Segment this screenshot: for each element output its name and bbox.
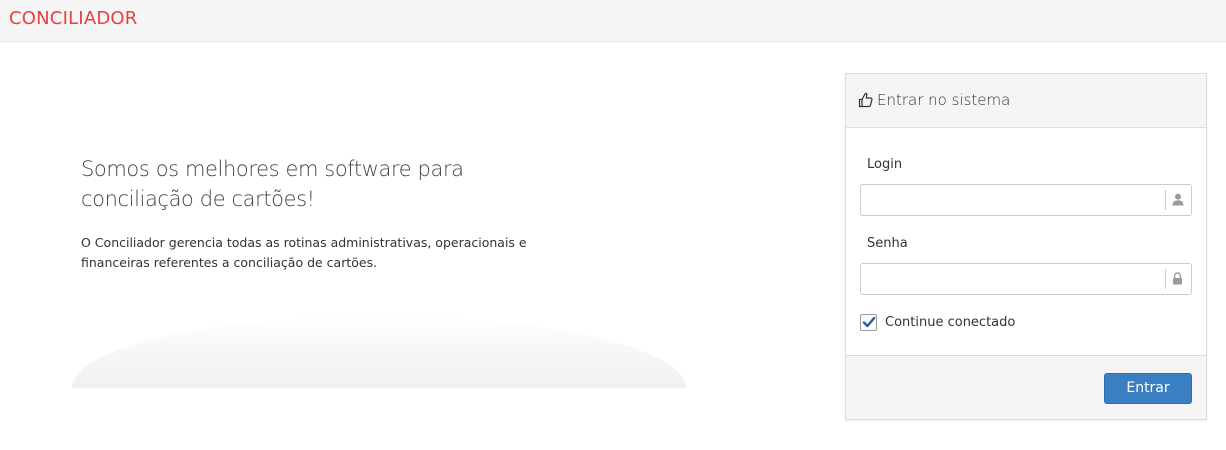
top-navbar: CONCILIADOR <box>0 0 1226 42</box>
password-input-group <box>860 263 1192 295</box>
hero-description: O Conciliador gerencia todas as rotinas … <box>81 235 527 270</box>
login-panel-title: Entrar no sistema <box>877 91 1011 109</box>
remember-label[interactable]: Continue conectado <box>885 315 1015 330</box>
login-input[interactable] <box>861 185 1165 215</box>
login-panel-header: Entrar no sistema <box>846 74 1206 128</box>
login-panel: Entrar no sistema Login Senha Continue c… <box>845 73 1207 420</box>
login-label: Login <box>867 157 903 172</box>
password-label: Senha <box>867 236 908 251</box>
addon-divider <box>1165 190 1166 210</box>
thumbs-up-icon <box>858 92 874 108</box>
brand-logo[interactable]: CONCILIADOR <box>9 8 137 29</box>
decorative-shadow <box>72 316 686 388</box>
submit-button[interactable]: Entrar <box>1104 373 1192 404</box>
login-addon <box>1165 185 1191 215</box>
addon-divider <box>1165 269 1166 289</box>
hero-title: Somos os melhores em software para conci… <box>81 157 464 211</box>
password-addon <box>1165 264 1191 294</box>
lock-icon <box>1173 272 1182 285</box>
remember-checkbox[interactable] <box>860 314 877 331</box>
login-panel-footer: Entrar <box>846 355 1206 419</box>
login-input-group <box>860 184 1192 216</box>
checkmark-icon <box>862 316 876 328</box>
password-input[interactable] <box>861 264 1165 294</box>
user-icon <box>1172 193 1184 206</box>
